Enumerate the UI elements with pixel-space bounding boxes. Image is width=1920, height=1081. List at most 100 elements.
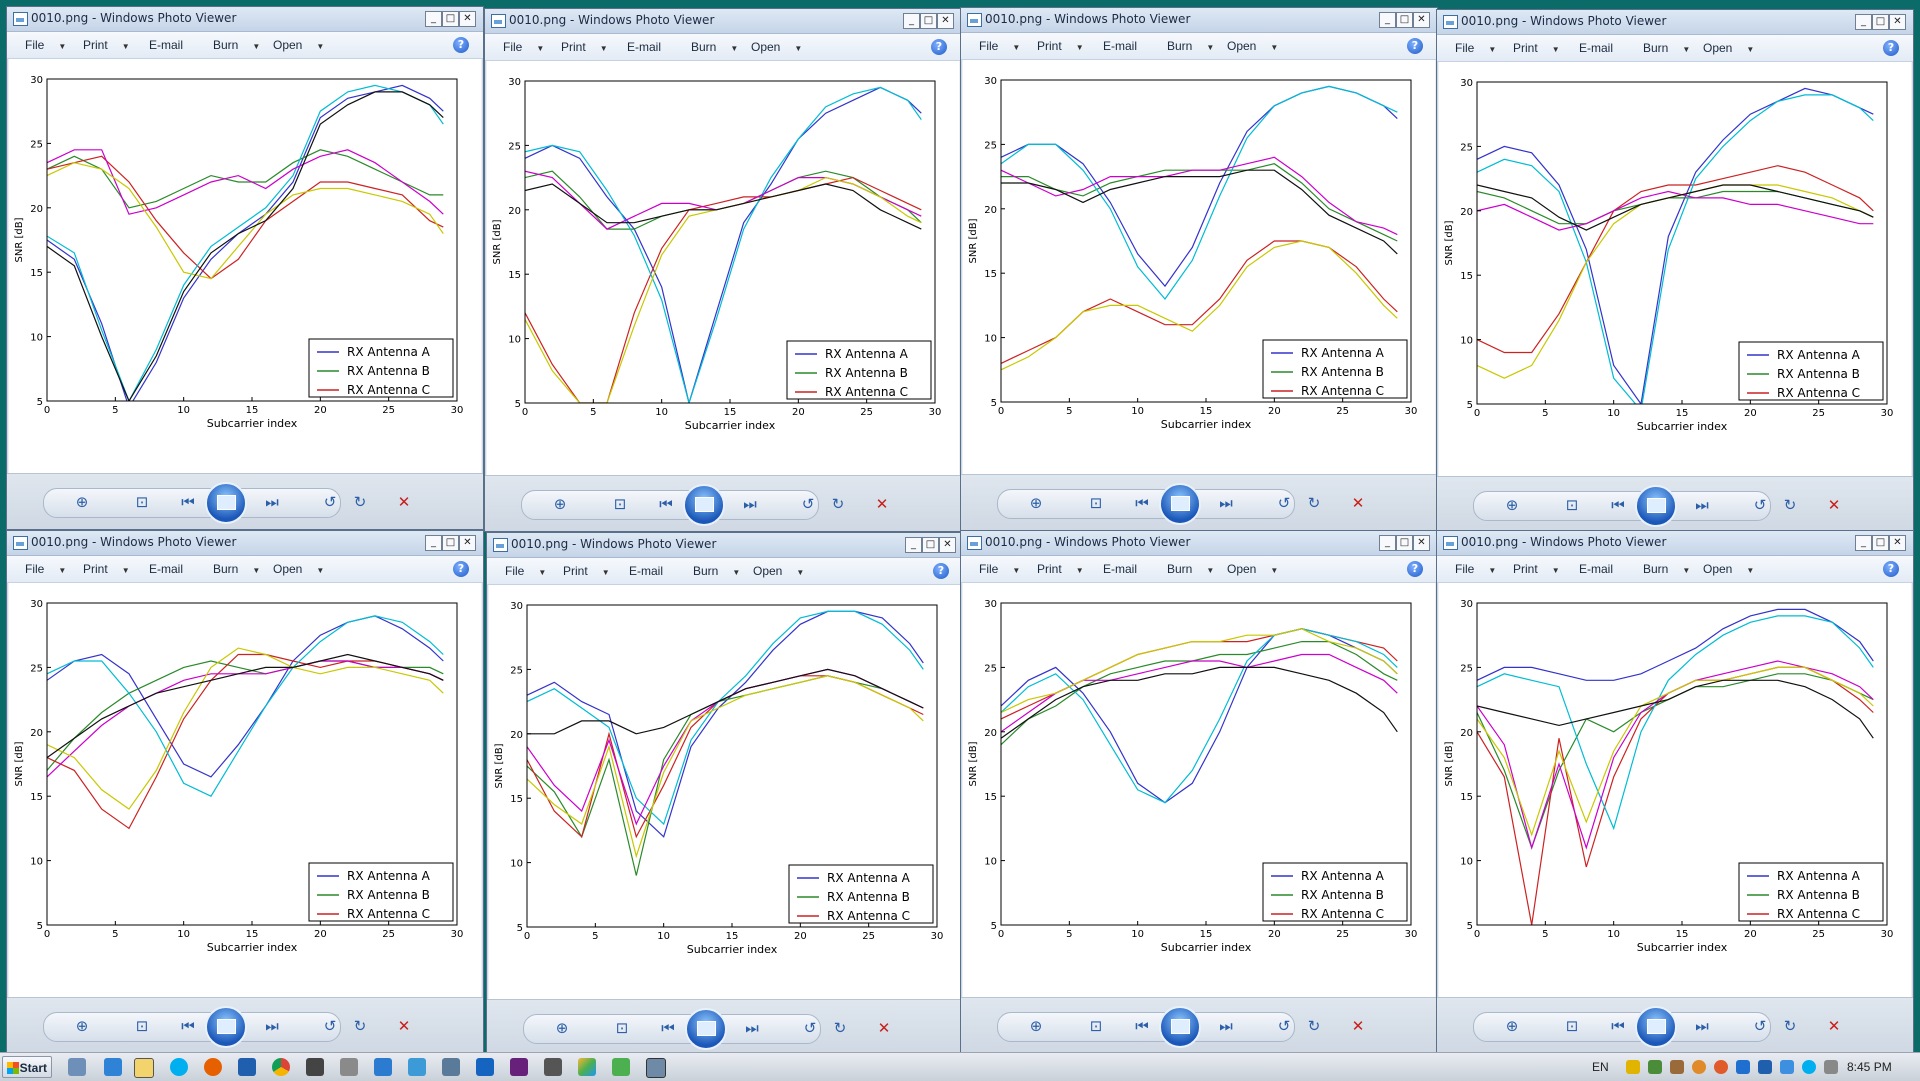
menu-open[interactable]: Open ▼ (1227, 562, 1278, 576)
previous-icon[interactable]: ⏮ (177, 491, 199, 513)
photo-viewer-window[interactable]: 0010.png - Windows Photo Viewer _ □ ✕ File ▼ P… (960, 7, 1438, 531)
minimize-button[interactable]: _ (905, 537, 922, 553)
menu-open[interactable]: Open ▼ (1227, 39, 1278, 53)
photo-viewer-window[interactable]: 0010.png - Windows Photo Viewer _ □ ✕ File ▼ P… (1436, 9, 1914, 533)
rotate-counterclockwise-icon[interactable]: ↺ (1749, 494, 1771, 516)
clock[interactable]: 8:45 PM (1847, 1060, 1892, 1074)
taskbar-app-icon-5[interactable] (408, 1058, 426, 1076)
next-icon[interactable]: ⏭ (1215, 1015, 1237, 1037)
next-icon[interactable]: ⏭ (739, 493, 761, 515)
minimize-button[interactable]: _ (903, 13, 920, 29)
menu-burn[interactable]: Burn ▼ (213, 562, 260, 576)
menu-file[interactable]: File ▼ (505, 564, 546, 578)
photo-viewer-window[interactable]: 0010.png - Windows Photo Viewer _ □ ✕ File ▼ P… (484, 8, 962, 532)
taskbar-app-icon-7[interactable] (476, 1058, 494, 1076)
previous-icon[interactable]: ⏮ (1607, 1015, 1629, 1037)
actual-size-icon[interactable]: ⊡ (1561, 1015, 1583, 1037)
actual-size-icon[interactable]: ⊡ (131, 1015, 153, 1037)
help-icon[interactable]: ? (1883, 561, 1899, 577)
minimize-button[interactable]: _ (425, 535, 442, 551)
minimize-button[interactable]: _ (1855, 14, 1872, 30)
taskbar-skype-icon[interactable] (170, 1058, 188, 1076)
slideshow-icon[interactable] (205, 482, 247, 524)
close-button[interactable]: ✕ (1413, 535, 1430, 551)
delete-icon[interactable]: ✕ (1823, 1015, 1845, 1037)
help-icon[interactable]: ? (1407, 561, 1423, 577)
menu-file[interactable]: File ▼ (25, 38, 66, 52)
menu-file[interactable]: File ▼ (25, 562, 66, 576)
title-bar[interactable]: 0010.png - Windows Photo Viewer _ □ ✕ (1437, 10, 1913, 35)
actual-size-icon[interactable]: ⊡ (609, 493, 631, 515)
help-icon[interactable]: ? (933, 563, 949, 579)
rotate-counterclockwise-icon[interactable]: ↺ (799, 1017, 821, 1039)
maximize-button[interactable]: □ (1872, 14, 1889, 30)
rotate-clockwise-icon[interactable]: ↻ (1779, 1015, 1801, 1037)
start-button[interactable]: Start (2, 1056, 52, 1078)
slideshow-icon[interactable] (1159, 1006, 1201, 1048)
next-icon[interactable]: ⏭ (1691, 1015, 1713, 1037)
rotate-clockwise-icon[interactable]: ↻ (349, 1015, 371, 1037)
tray-outlook-icon[interactable] (1758, 1060, 1772, 1074)
delete-icon[interactable]: ✕ (393, 1015, 415, 1037)
menu-email[interactable]: E-mail (149, 562, 183, 576)
menu-email[interactable]: E-mail (149, 38, 183, 52)
image-view-area[interactable]: 0 5 10 15 20 25 30 5 10 15 20 25 30 Subcarrier index S… (9, 59, 481, 473)
menu-open[interactable]: Open ▼ (273, 38, 324, 52)
language-indicator[interactable]: EN (1592, 1060, 1609, 1074)
menu-print[interactable]: Print ▼ (1513, 562, 1560, 576)
title-bar[interactable]: 0010.png - Windows Photo Viewer _ □ ✕ (485, 9, 961, 34)
actual-size-icon[interactable]: ⊡ (131, 491, 153, 513)
image-view-area[interactable]: 0 5 10 15 20 25 30 5 10 15 20 25 30 Subcarrier index S… (9, 583, 481, 997)
photo-viewer-window[interactable]: 0010.png - Windows Photo Viewer _ □ ✕ File ▼ P… (960, 530, 1438, 1054)
next-icon[interactable]: ⏭ (1215, 492, 1237, 514)
taskbar-app-icon-10[interactable] (612, 1058, 630, 1076)
rotate-clockwise-icon[interactable]: ↻ (1303, 1015, 1325, 1037)
rotate-counterclockwise-icon[interactable]: ↺ (319, 1015, 341, 1037)
maximize-button[interactable]: □ (922, 537, 939, 553)
taskbar-app-icon-9[interactable] (578, 1058, 596, 1076)
taskbar-ie-icon[interactable] (104, 1058, 122, 1076)
rotate-counterclockwise-icon[interactable]: ↺ (319, 491, 341, 513)
previous-icon[interactable]: ⏮ (177, 1015, 199, 1037)
delete-icon[interactable]: ✕ (873, 1017, 895, 1039)
title-bar[interactable]: 0010.png - Windows Photo Viewer _ □ ✕ (961, 531, 1437, 556)
menu-file[interactable]: File ▼ (979, 39, 1020, 53)
photo-viewer-window[interactable]: 0010.png - Windows Photo Viewer _ □ ✕ File ▼ P… (6, 6, 484, 530)
title-bar[interactable]: 0010.png - Windows Photo Viewer _ □ ✕ (1437, 531, 1913, 556)
image-view-area[interactable]: 0 5 10 15 20 25 30 5 10 15 20 25 30 Subcarrier index S… (489, 585, 961, 999)
tray-network-icon[interactable] (1648, 1060, 1662, 1074)
zoom-icon[interactable]: ⊕ (549, 493, 571, 515)
tray-volume-icon[interactable] (1824, 1060, 1838, 1074)
slideshow-icon[interactable] (205, 1006, 247, 1048)
menu-open[interactable]: Open ▼ (751, 40, 802, 54)
tray-cloud-icon[interactable] (1736, 1060, 1750, 1074)
rotate-clockwise-icon[interactable]: ↻ (349, 491, 371, 513)
menu-print[interactable]: Print ▼ (1513, 41, 1560, 55)
maximize-button[interactable]: □ (1872, 535, 1889, 551)
slideshow-icon[interactable] (1635, 1006, 1677, 1048)
rotate-clockwise-icon[interactable]: ↻ (827, 493, 849, 515)
delete-icon[interactable]: ✕ (1347, 1015, 1369, 1037)
delete-icon[interactable]: ✕ (1823, 494, 1845, 516)
menu-burn[interactable]: Burn ▼ (693, 564, 740, 578)
photo-viewer-window[interactable]: 0010.png - Windows Photo Viewer _ □ ✕ File ▼ P… (1436, 530, 1914, 1054)
maximize-button[interactable]: □ (442, 11, 459, 27)
menu-burn[interactable]: Burn ▼ (1167, 39, 1214, 53)
image-view-area[interactable]: 0 5 10 15 20 25 30 5 10 15 20 25 30 Subcarrier index S… (963, 583, 1435, 997)
taskbar-app-icon-8[interactable] (544, 1058, 562, 1076)
title-bar[interactable]: 0010.png - Windows Photo Viewer _ □ ✕ (7, 531, 483, 556)
menu-burn[interactable]: Burn ▼ (1643, 41, 1690, 55)
next-icon[interactable]: ⏭ (741, 1017, 763, 1039)
rotate-clockwise-icon[interactable]: ↻ (1779, 494, 1801, 516)
maximize-button[interactable]: □ (1396, 12, 1413, 28)
taskbar-firefox-icon[interactable] (204, 1058, 222, 1076)
close-button[interactable]: ✕ (459, 535, 476, 551)
next-icon[interactable]: ⏭ (261, 1015, 283, 1037)
zoom-icon[interactable]: ⊕ (71, 491, 93, 513)
title-bar[interactable]: 0010.png - Windows Photo Viewer _ □ ✕ (487, 533, 963, 558)
menu-file[interactable]: File ▼ (1455, 41, 1496, 55)
taskbar-app-icon-4[interactable] (374, 1058, 392, 1076)
image-view-area[interactable]: 0 5 10 15 20 25 30 5 10 15 20 25 30 Subcarrier index S… (963, 60, 1435, 474)
tray-app-icon-2[interactable] (1692, 1060, 1706, 1074)
previous-icon[interactable]: ⏮ (657, 1017, 679, 1039)
